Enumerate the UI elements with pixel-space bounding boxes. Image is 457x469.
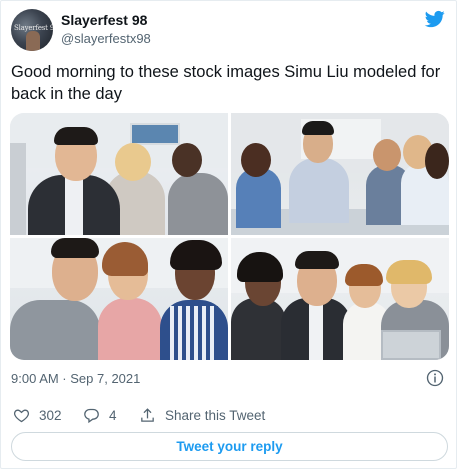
stock-photo-smiling-group[interactable] (10, 238, 228, 360)
author-display-name[interactable]: Slayerfest 98 (61, 12, 147, 28)
tweet-actions: 302 4 Share this Tweet (11, 405, 446, 425)
heart-icon (14, 409, 29, 422)
avatar-figure (26, 31, 40, 51)
share-icon (141, 407, 154, 422)
reply-count: 4 (109, 407, 117, 423)
stock-photo-office-meeting[interactable] (231, 113, 449, 235)
tweet-text: Good morning to these stock images Simu … (11, 63, 441, 103)
tweet-card: Slayerfest 98 Slayerfest 98 @slayerfestx… (0, 0, 457, 469)
twitter-bird-icon[interactable] (424, 9, 446, 29)
info-icon[interactable] (426, 369, 444, 387)
stock-photo-office-team-1[interactable] (10, 113, 228, 235)
like-count: 302 (39, 407, 62, 423)
tweet-header: Slayerfest 98 Slayerfest 98 @slayerfestx… (11, 9, 446, 51)
tweet-your-reply-button[interactable]: Tweet your reply (11, 432, 448, 461)
like-button[interactable]: 302 (13, 405, 62, 425)
stock-photo-laptop-team[interactable] (231, 238, 449, 360)
media-grid (10, 113, 449, 360)
avatar[interactable]: Slayerfest 98 (11, 9, 53, 51)
share-button[interactable]: Share this Tweet (139, 405, 265, 425)
reply-action-button[interactable]: 4 (83, 405, 117, 425)
reply-bubble-icon (84, 408, 99, 423)
share-label: Share this Tweet (165, 407, 266, 423)
author-handle[interactable]: @slayerfestx98 (61, 31, 151, 46)
tweet-timestamp[interactable]: 9:00 AM · Sep 7, 2021 (11, 371, 140, 386)
